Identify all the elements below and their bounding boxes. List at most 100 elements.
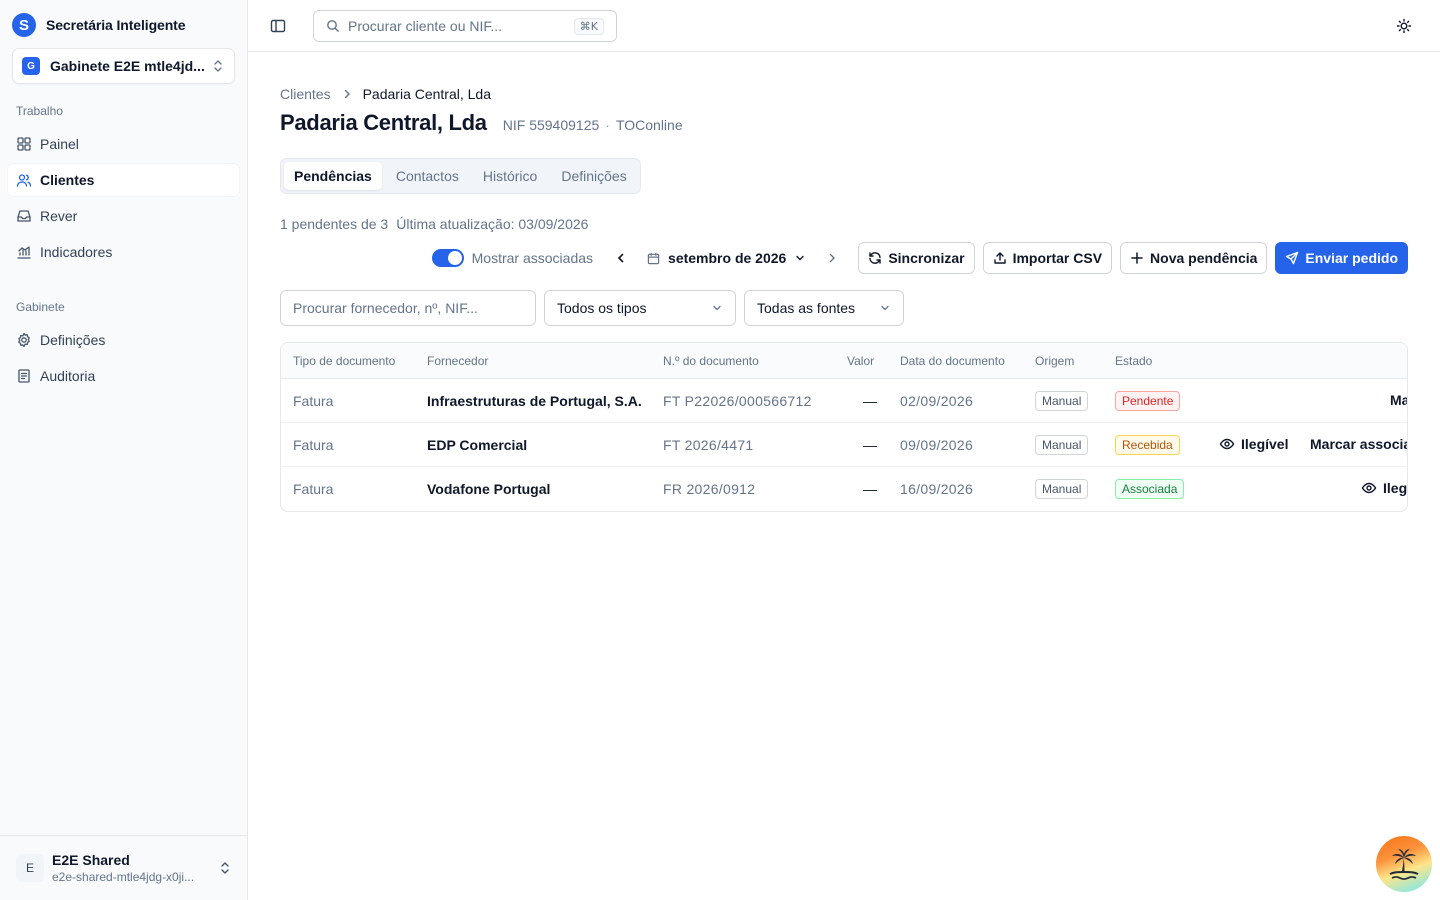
send-icon	[1286, 251, 1299, 265]
chevron-down-icon	[796, 255, 805, 261]
app-logo-icon: S	[12, 13, 36, 37]
column-header-origin[interactable]: Origem	[1035, 354, 1074, 368]
filters: Procurar fornecedor, nº, NIF... Todos os…	[280, 290, 904, 326]
gear-icon	[16, 332, 32, 348]
tab-contactos[interactable]: Contactos	[386, 162, 469, 190]
sidebar-item-label: Clientes	[40, 172, 95, 188]
top-bar: Procurar cliente ou NIF... ⌘K	[248, 0, 1440, 52]
eye-icon	[1361, 482, 1377, 494]
tab-historico[interactable]: Histórico	[473, 162, 547, 190]
breadcrumb-link-clientes[interactable]: Clientes	[280, 86, 331, 102]
panel-left-icon	[270, 19, 286, 33]
palm-tree-island-icon	[1389, 849, 1419, 881]
cell-value: —	[863, 393, 877, 409]
page-title: Padaria Central, Lda	[280, 110, 487, 135]
sidebar-item-auditoria[interactable]: Auditoria	[8, 360, 239, 392]
column-header-type[interactable]: Tipo de documento	[293, 354, 395, 368]
mark-associated-label: Marcar associa	[1310, 436, 1408, 452]
origin-badge: Manual	[1035, 435, 1089, 455]
column-header-date[interactable]: Data do documento	[900, 354, 1005, 368]
chevrons-up-down-icon	[212, 58, 224, 74]
new-pending-button[interactable]: Nova pendência	[1120, 242, 1268, 274]
mark-illegible-label: Ilegível	[1241, 436, 1289, 452]
mark-illegible-label: Ileg	[1383, 480, 1408, 496]
sidebar-item-label: Auditoria	[40, 368, 96, 384]
send-request-button[interactable]: Enviar pedido	[1275, 242, 1408, 274]
workspace-selector[interactable]: G Gabinete E2E mtle4jd...	[12, 48, 235, 84]
sidebar-item-clientes[interactable]: Clientes	[8, 164, 239, 196]
month-picker[interactable]: setembro de 2026	[647, 250, 806, 266]
sidebar: S Secretária Inteligente G Gabinete E2E …	[0, 0, 248, 900]
table-row[interactable]: Fatura Infraestruturas de Portugal, S.A.…	[281, 379, 1407, 423]
toggle-knob	[447, 251, 462, 265]
sync-button[interactable]: Sincronizar	[858, 242, 975, 274]
mark-illegible-button[interactable]: Ilegível	[1219, 436, 1288, 452]
cell-value: —	[863, 481, 877, 497]
cell-number: FT P22026/000566712	[663, 393, 812, 409]
eye-icon	[1219, 438, 1235, 450]
theme-toggle-button[interactable]	[1394, 16, 1414, 36]
mark-associated-button[interactable]: Marcar associa	[1310, 436, 1408, 452]
cell-date: 16/09/2026	[900, 481, 974, 497]
import-csv-button[interactable]: Importar CSV	[982, 242, 1113, 274]
grid-icon	[16, 136, 32, 152]
sidebar-item-definicoes[interactable]: Definições	[8, 324, 239, 356]
month-label: setembro de 2026	[668, 250, 787, 266]
sidebar-item-indicadores[interactable]: Indicadores	[8, 236, 239, 268]
show-associated-toggle[interactable]	[431, 249, 464, 267]
column-header-status[interactable]: Estado	[1115, 354, 1152, 368]
sidebar-item-rever[interactable]: Rever	[8, 200, 239, 232]
status-badge: Pendente	[1115, 391, 1181, 411]
sync-label: Sincronizar	[888, 250, 965, 266]
chevrons-up-down-icon	[219, 860, 231, 876]
supplier-search-input[interactable]: Procurar fornecedor, nº, NIF...	[280, 290, 536, 326]
type-filter-select[interactable]: Todos os tipos	[544, 290, 736, 326]
pending-summary: 1 pendentes de 3 Última atualização: 03/…	[280, 216, 588, 232]
global-search-input[interactable]: Procurar cliente ou NIF... ⌘K	[313, 10, 617, 42]
chevron-right-icon	[830, 253, 836, 263]
assistant-launcher-button[interactable]	[1376, 836, 1432, 892]
next-month-button[interactable]	[822, 248, 842, 268]
tab-definicoes[interactable]: Definições	[551, 162, 636, 190]
tab-pendencias[interactable]: Pendências	[284, 162, 382, 190]
tab-list: Pendências Contactos Histórico Definiçõe…	[280, 158, 641, 194]
client-source: TOConline	[615, 117, 683, 133]
mark-associated-button[interactable]: Ma	[1390, 392, 1407, 408]
breadcrumb: Clientes Padaria Central, Lda	[280, 86, 491, 102]
table-row[interactable]: Fatura Vodafone Portugal FR 2026/0912 — …	[281, 467, 1407, 511]
last-updated: Última atualização: 03/09/2026	[396, 216, 589, 232]
column-header-supplier[interactable]: Fornecedor	[427, 354, 488, 368]
origin-badge: Manual	[1035, 391, 1089, 411]
sidebar-item-label: Indicadores	[40, 244, 113, 260]
previous-month-button[interactable]	[611, 248, 631, 268]
meta-separator: ·	[605, 117, 610, 133]
upload-icon	[993, 252, 1006, 264]
cell-type: Fatura	[293, 481, 334, 497]
cell-type: Fatura	[293, 393, 334, 409]
plus-icon	[1131, 252, 1143, 264]
sidebar-toggle-button[interactable]	[268, 16, 288, 36]
chart-icon	[16, 244, 32, 260]
cell-date: 02/09/2026	[900, 393, 974, 409]
cell-supplier: EDP Comercial	[427, 437, 528, 453]
client-meta: NIF 559409125 · TOConline	[503, 117, 683, 133]
brand[interactable]: S Secretária Inteligente	[12, 13, 186, 37]
user-menu[interactable]: E E2E Shared e2e-shared-mtle4jdg-x0ji...	[0, 835, 247, 900]
column-header-value[interactable]: Valor	[847, 354, 874, 368]
inbox-icon	[16, 208, 32, 224]
column-header-number[interactable]: N.º do documento	[663, 354, 759, 368]
mark-illegible-button[interactable]: Ileg	[1361, 480, 1407, 496]
section-label-work: Trabalho	[16, 104, 63, 118]
user-name: E2E Shared	[52, 851, 130, 868]
sidebar-item-label: Definições	[40, 332, 106, 348]
chevron-down-icon	[881, 305, 889, 311]
cell-supplier: Vodafone Portugal	[427, 481, 551, 497]
keyboard-shortcut: ⌘K	[573, 17, 604, 35]
new-pending-label: Nova pendência	[1150, 250, 1258, 266]
sidebar-item-painel[interactable]: Painel	[8, 128, 239, 160]
user-info: E2E Shared e2e-shared-mtle4jdg-x0ji...	[52, 852, 219, 885]
user-email: e2e-shared-mtle4jdg-x0ji...	[52, 869, 195, 884]
app-title: Secretária Inteligente	[46, 17, 186, 33]
source-filter-select[interactable]: Todas as fontes	[744, 290, 904, 326]
table-row[interactable]: Fatura EDP Comercial FT 2026/4471 — 09/0…	[281, 423, 1407, 467]
